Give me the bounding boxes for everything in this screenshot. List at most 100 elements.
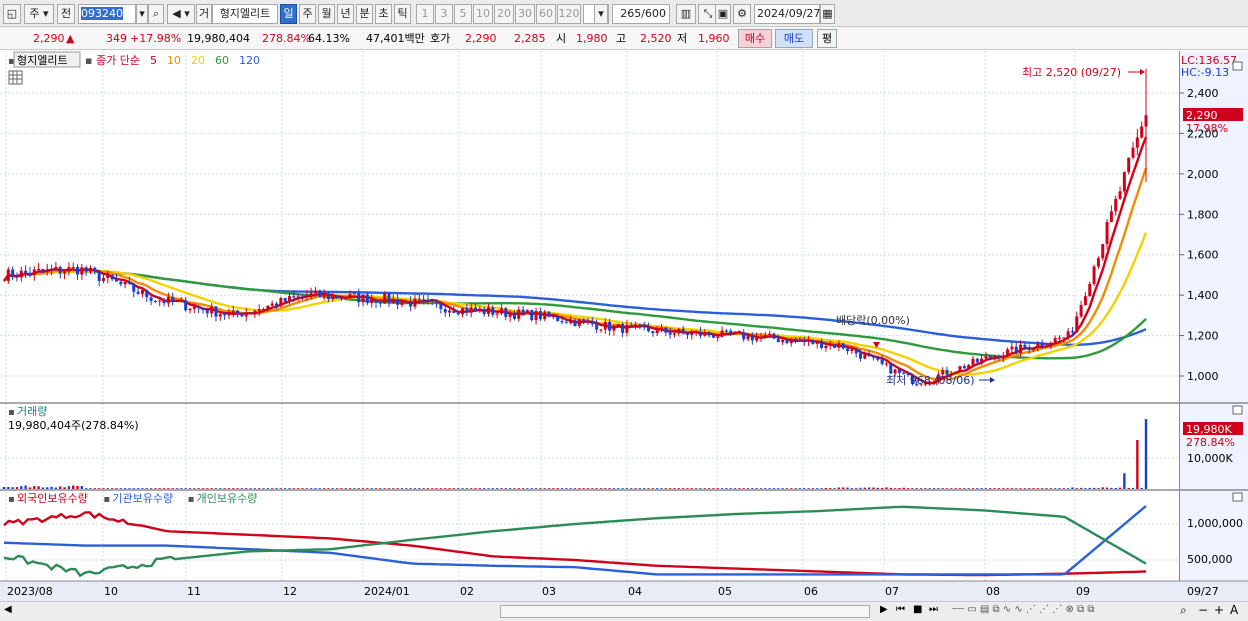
candle-body (746, 335, 750, 340)
volume-bar (1105, 487, 1109, 489)
candle-body (348, 294, 352, 299)
font-size-icon[interactable]: A (1230, 603, 1238, 617)
volume-bar (469, 488, 473, 489)
count-field[interactable]: 265/600 (612, 4, 670, 24)
candle-body (400, 301, 404, 305)
price-change-pct: +17.98% (130, 32, 182, 45)
sell-button[interactable]: 매도 (775, 29, 813, 48)
volume-bar (76, 485, 79, 489)
min-60[interactable]: 60 (536, 4, 556, 24)
prev-button[interactable]: 전 (57, 4, 75, 24)
forward-icon[interactable]: ⏭ (929, 604, 938, 615)
volume-panel-close-icon[interactable] (1232, 405, 1243, 415)
period-month[interactable]: 월 (318, 4, 335, 24)
volume-bar (578, 488, 581, 489)
x-axis-label: 06 (804, 585, 818, 598)
code-input[interactable]: 093240 (78, 4, 136, 24)
volume-bar (928, 488, 931, 489)
volume-bar (245, 488, 248, 489)
volume-bar (1002, 488, 1005, 489)
price-y-tick-label: 1,400 (1187, 289, 1219, 302)
min-30[interactable]: 30 (515, 4, 535, 24)
min-20[interactable]: 20 (494, 4, 514, 24)
period-day[interactable]: 일 (280, 4, 297, 24)
type-select[interactable]: 주 ▾ (24, 4, 54, 24)
scroll-left-icon[interactable]: ◀ (4, 604, 12, 615)
candle-body (153, 301, 157, 303)
min-5[interactable]: 5 (454, 4, 472, 24)
stop-icon[interactable]: ■ (913, 604, 922, 615)
candle-body (110, 274, 114, 280)
stock-chart[interactable]: ▪ 형지엘리트 ▪ 종가 단순 5 10 20 60 120 2,4002,2002,0… (0, 51, 1248, 601)
period-week[interactable]: 주 (299, 4, 316, 24)
volume-bar (707, 488, 711, 489)
open-price: 1,980 (576, 32, 608, 45)
x-axis-label: 2024/01 (364, 585, 410, 598)
volume-bar (586, 488, 590, 489)
candle-icon[interactable]: ▥ (676, 4, 696, 24)
min-1[interactable]: 1 (416, 4, 434, 24)
volume-bar (829, 488, 832, 489)
price-panel-close-icon[interactable] (1232, 61, 1243, 71)
zoom-out-icon[interactable]: − (1198, 603, 1208, 617)
scroll-right-icon[interactable]: ▶ (880, 604, 888, 615)
calendar-icon[interactable]: ▦ (820, 4, 835, 24)
high-label: 고 (616, 32, 627, 45)
rewind-icon[interactable]: ⏮ (896, 604, 905, 615)
eval-button[interactable]: 평 (817, 29, 837, 48)
volume-current-label: 19,980K (1186, 423, 1232, 436)
period-tick[interactable]: 틱 (394, 4, 411, 24)
volume-bar (915, 488, 918, 489)
candle-body (162, 300, 166, 304)
interval-dropdown-icon[interactable]: ▾ (594, 4, 608, 24)
ma-legend-item: 10 (167, 54, 181, 67)
candle-body (249, 312, 253, 314)
save-icon[interactable]: ▣ (715, 4, 731, 24)
candle-body (197, 306, 201, 309)
date-input[interactable]: 2024/09/27 (754, 4, 820, 24)
volume-bar (253, 488, 257, 489)
volume-bar (1049, 488, 1053, 489)
layout-icon[interactable]: ◱ (3, 4, 21, 24)
candle-body (309, 293, 313, 296)
name-button[interactable]: 거 (196, 4, 212, 24)
volume-bar (266, 488, 270, 489)
candle-body (772, 333, 776, 339)
speaker-icon[interactable]: ◀ ▾ (167, 4, 195, 24)
candle-body (279, 298, 283, 307)
volume-bar (1101, 487, 1104, 489)
min-3[interactable]: 3 (435, 4, 453, 24)
period-second[interactable]: 초 (375, 4, 392, 24)
zoom-in-icon[interactable]: + (1214, 603, 1224, 617)
trade-amount: 47,401백만 (366, 32, 425, 45)
volume-bar (530, 488, 533, 489)
candle-body (815, 340, 819, 344)
gear-icon[interactable]: ⚙ (733, 4, 751, 24)
candle-body (149, 297, 153, 302)
volume-bar (232, 488, 235, 489)
min-120[interactable]: 120 (557, 4, 581, 24)
period-year[interactable]: 년 (337, 4, 354, 24)
search-icon[interactable]: ⌕ (148, 4, 164, 24)
min-10[interactable]: 10 (473, 4, 493, 24)
volume-bar (478, 488, 482, 489)
candle-body (318, 290, 322, 297)
candle-body (192, 306, 196, 309)
volume-bar (811, 488, 815, 489)
volume-bar (997, 488, 1001, 489)
candle-body (499, 308, 503, 314)
horizontal-scrollbar[interactable]: ◀ ▶ ⏮ ■ ⏭ ┄┄ ▭ ▤ ⧉ ∿ ∿ ⋰ ⋰ ⋰ ⊗ ⧉ ⧉ ⌕ − +… (0, 601, 1248, 621)
code-dropdown-icon[interactable]: ▾ (136, 4, 148, 24)
candle-body (634, 324, 638, 326)
table-icon[interactable] (8, 70, 23, 85)
volume-bar (945, 488, 949, 489)
buy-button[interactable]: 매수 (738, 29, 772, 48)
drawing-tools[interactable]: ┄┄ ▭ ▤ ⧉ ∿ ∿ ⋰ ⋰ ⋰ ⊗ ⧉ ⧉ (952, 604, 1094, 615)
volume-bar (1123, 473, 1126, 489)
volume-value: 19,980,404 (187, 32, 250, 45)
period-minute[interactable]: 분 (356, 4, 373, 24)
zoom-icon[interactable]: ⌕ (1180, 603, 1187, 618)
holding-panel-close-icon[interactable] (1232, 492, 1243, 502)
candle-body (218, 314, 222, 317)
scroll-thumb[interactable] (500, 605, 870, 618)
